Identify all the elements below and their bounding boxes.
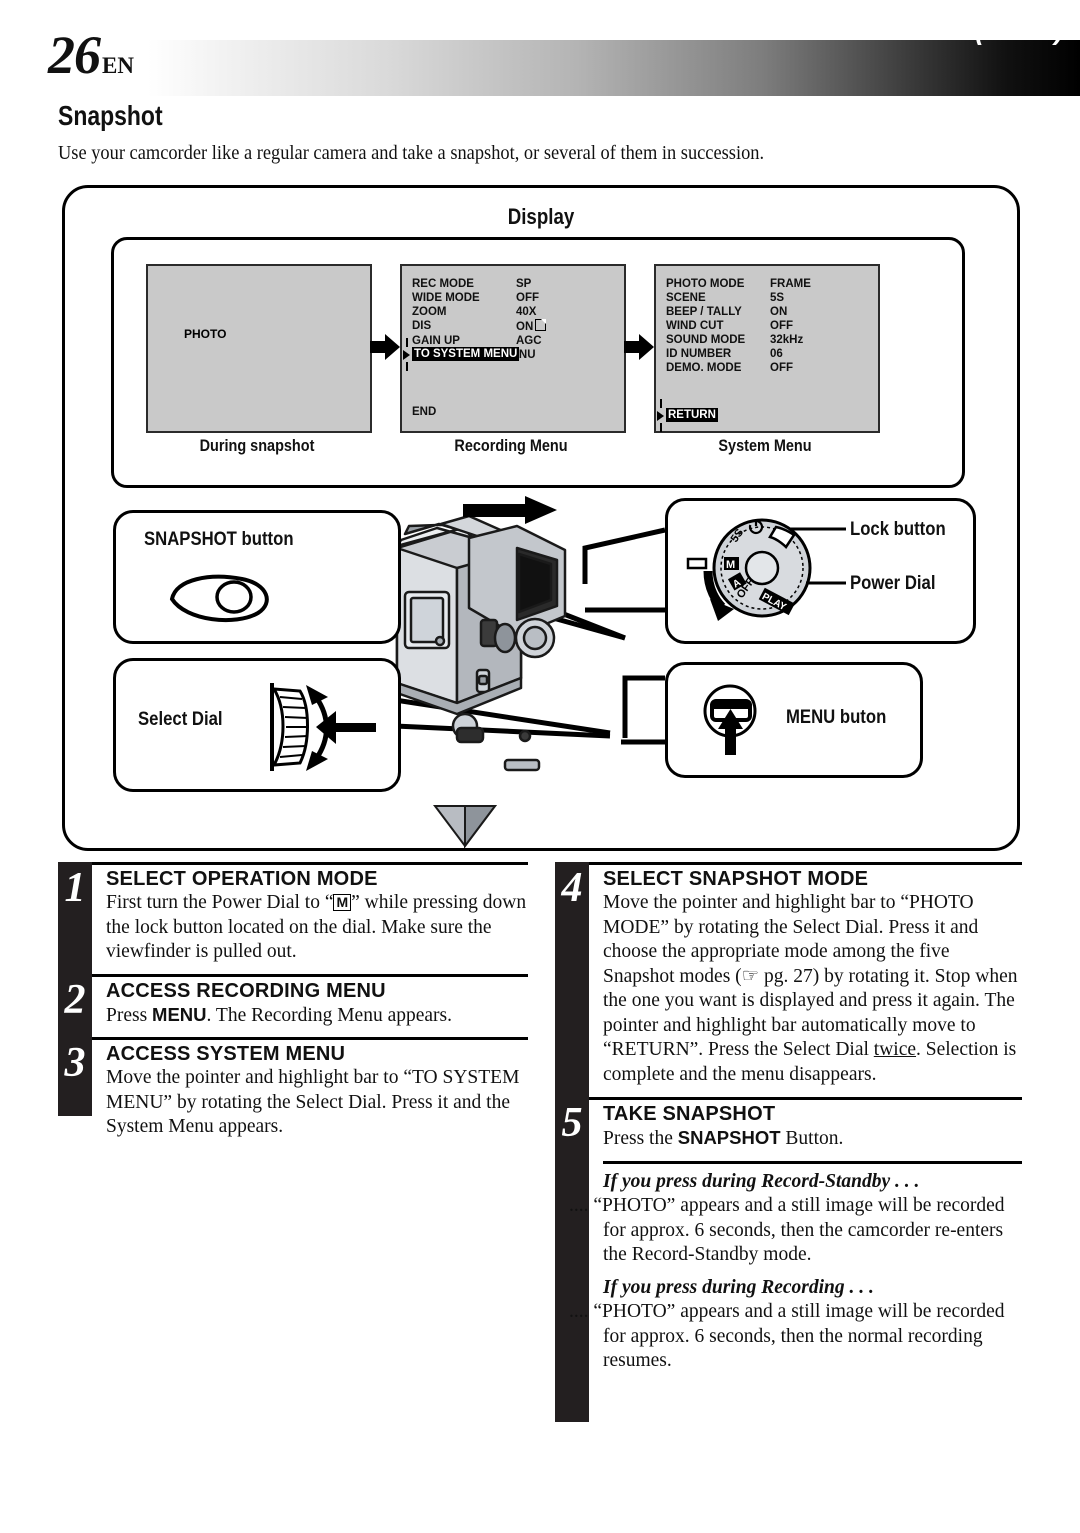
menu-row: DIS ON (412, 319, 547, 334)
photo-overlay-text: PHOTO (184, 327, 227, 341)
step-5-title: TAKE SNAPSHOT (603, 1103, 776, 1125)
menu-row: WIDE MODE OFF (412, 292, 539, 304)
menu-row: ZOOM 40X (412, 306, 537, 318)
step-4: 4 SELECT SNAPSHOT MODE Move the pointer … (555, 865, 1022, 1087)
screen-system-menu: PHOTO MODE FRAME SCENE 5S BEEP / TALLY ON W… (654, 264, 880, 433)
step-4-title: SELECT SNAPSHOT MODE (603, 868, 869, 890)
menu-pointer-icon (403, 350, 410, 360)
step-2: 2 ACCESS RECORDING MENU Press MENU. The … (58, 976, 528, 1029)
caption-recording-menu: Recording Menu (454, 436, 568, 455)
menu-row: ID NUMBER 06 (666, 348, 783, 360)
menu-row: DEMO. MODE OFF (666, 362, 793, 374)
step-5-number: 5 (561, 1100, 583, 1146)
menu-row: SCENE 5S (666, 292, 785, 304)
caption-during-snapshot: During snapshot (199, 436, 315, 455)
section-description: Use your camcorder like a regular camera… (58, 142, 765, 164)
dis-indicator-icon (535, 319, 547, 331)
note-1-heading: If you press during Record-Standby . . . (603, 1170, 920, 1192)
step-2-body: Press MENU. The Recording Menu appears. (106, 1003, 453, 1026)
flow-arrow-icon-1 (370, 334, 400, 360)
step-1: 1 SELECT OPERATION MODE First turn the P… (58, 865, 528, 965)
snapshot-button-label: SNAPSHOT button (144, 529, 294, 550)
system-menu-rows: PHOTO MODE FRAME SCENE 5S BEEP / TALLY ON W… (666, 277, 811, 375)
down-arrow-icon (433, 805, 497, 848)
callout-snapshot-button: SNAPSHOT button (113, 510, 401, 644)
lock-button-label: Lock button (850, 519, 946, 540)
menu-button-icon (703, 684, 757, 755)
menu-row: SOUND MODE 32kHz (666, 334, 804, 346)
step-5: 5 TAKE SNAPSHOT Press the SNAPSHOT Butto… (555, 1100, 1022, 1152)
menu-row: PHOTO MODE FRAME (666, 278, 811, 290)
divider (555, 862, 1022, 865)
select-dial-label: Select Dial (138, 709, 223, 730)
page-header (0, 40, 1080, 96)
menu-row: WIND CUT OFF (666, 320, 793, 332)
note-2-body: .... “PHOTO” appears and a still image w… (569, 1301, 1005, 1371)
divider (58, 1037, 528, 1040)
callout-power-dial: 5S M A OFF PLAY Lock button Power Dial (665, 498, 976, 644)
note-recording: If you press during Recording . . . ....… (555, 1268, 1022, 1374)
menu-pointer-icon (657, 411, 664, 421)
header-gradient-band (148, 40, 1080, 96)
diagram-panel: Display PHOTO REC MODE SP WIDE MODE OFF ZO… (62, 185, 1020, 851)
display-heading: Display (507, 204, 575, 229)
step-1-number: 1 (64, 865, 86, 911)
step-4-body: Move the pointer and highlight bar to “P… (603, 892, 1018, 1085)
select-dial-icon (270, 683, 376, 771)
divider (555, 1097, 1022, 1100)
menu-highlight-bar: RETURN (666, 408, 718, 422)
screen-during-snapshot: PHOTO (146, 264, 372, 433)
pointer-tick-icon (406, 362, 408, 371)
pointing-hand-icon: ☞ (741, 965, 765, 987)
svg-text:M: M (726, 559, 735, 571)
step-3-number: 3 (64, 1040, 86, 1086)
display-screens-box: PHOTO REC MODE SP WIDE MODE OFF ZOOM 40X DI… (111, 237, 965, 488)
pointer-tick-icon (406, 338, 408, 347)
caption-system-menu: System Menu (718, 436, 812, 455)
pointer-tick-icon (660, 399, 662, 408)
power-dial-leaders (790, 527, 846, 585)
note-2-heading: If you press during Recording . . . (603, 1276, 874, 1298)
steps-column-left: 1 SELECT OPERATION MODE First turn the P… (58, 862, 528, 1140)
step-3: 3 ACCESS SYSTEM MENU Move the pointer an… (58, 1040, 528, 1140)
page-number: 26EN (48, 25, 134, 85)
callout-select-dial: Select Dial (113, 658, 401, 792)
menu-button-label: MENU buton (786, 707, 887, 728)
note-1-body: .... “PHOTO” appears and a still image w… (569, 1195, 1005, 1265)
divider (58, 973, 528, 977)
step-2-number: 2 (64, 976, 86, 1023)
flow-arrow-icon-2 (624, 334, 654, 360)
menu-row: GAIN UP AGC (412, 335, 542, 347)
step-2-title: ACCESS RECORDING MENU (106, 979, 386, 1002)
menu-highlight-bar: TO SYSTEM MENU (412, 347, 520, 361)
step-5-body: Press the SNAPSHOT Button. (603, 1127, 844, 1149)
step-4-number: 4 (561, 865, 583, 911)
snapshot-button-icon (169, 574, 269, 623)
menu-row: BEEP / TALLY ON (666, 306, 788, 318)
note-record-standby: If you press during Record-Standby . . .… (555, 1166, 1022, 1268)
divider (603, 1160, 1022, 1164)
menu-end-label: END (412, 406, 437, 418)
callout-menu-button: MENU buton (665, 662, 923, 778)
pointer-tick-icon (660, 423, 662, 432)
steps-column-right: 4 SELECT SNAPSHOT MODE Move the pointer … (555, 862, 1022, 1422)
step-3-body: Move the pointer and highlight bar to “T… (106, 1067, 520, 1137)
section-title: Snapshot (58, 100, 163, 131)
screen-recording-menu: REC MODE SP WIDE MODE OFF ZOOM 40X DIS ON GA… (400, 264, 626, 433)
power-dial-label: Power Dial (850, 573, 936, 594)
step-3-title: ACCESS SYSTEM MENU (106, 1043, 346, 1065)
step-1-title: SELECT OPERATION MODE (106, 868, 378, 890)
menu-row: REC MODE SP (412, 278, 532, 290)
divider (58, 862, 528, 865)
step-1-body: First turn the Power Dial to “M” while p… (106, 892, 527, 962)
page-title: RECORDING Advanced Features (Cont.) (535, 10, 1064, 46)
mode-m-glyph: M (333, 894, 352, 911)
